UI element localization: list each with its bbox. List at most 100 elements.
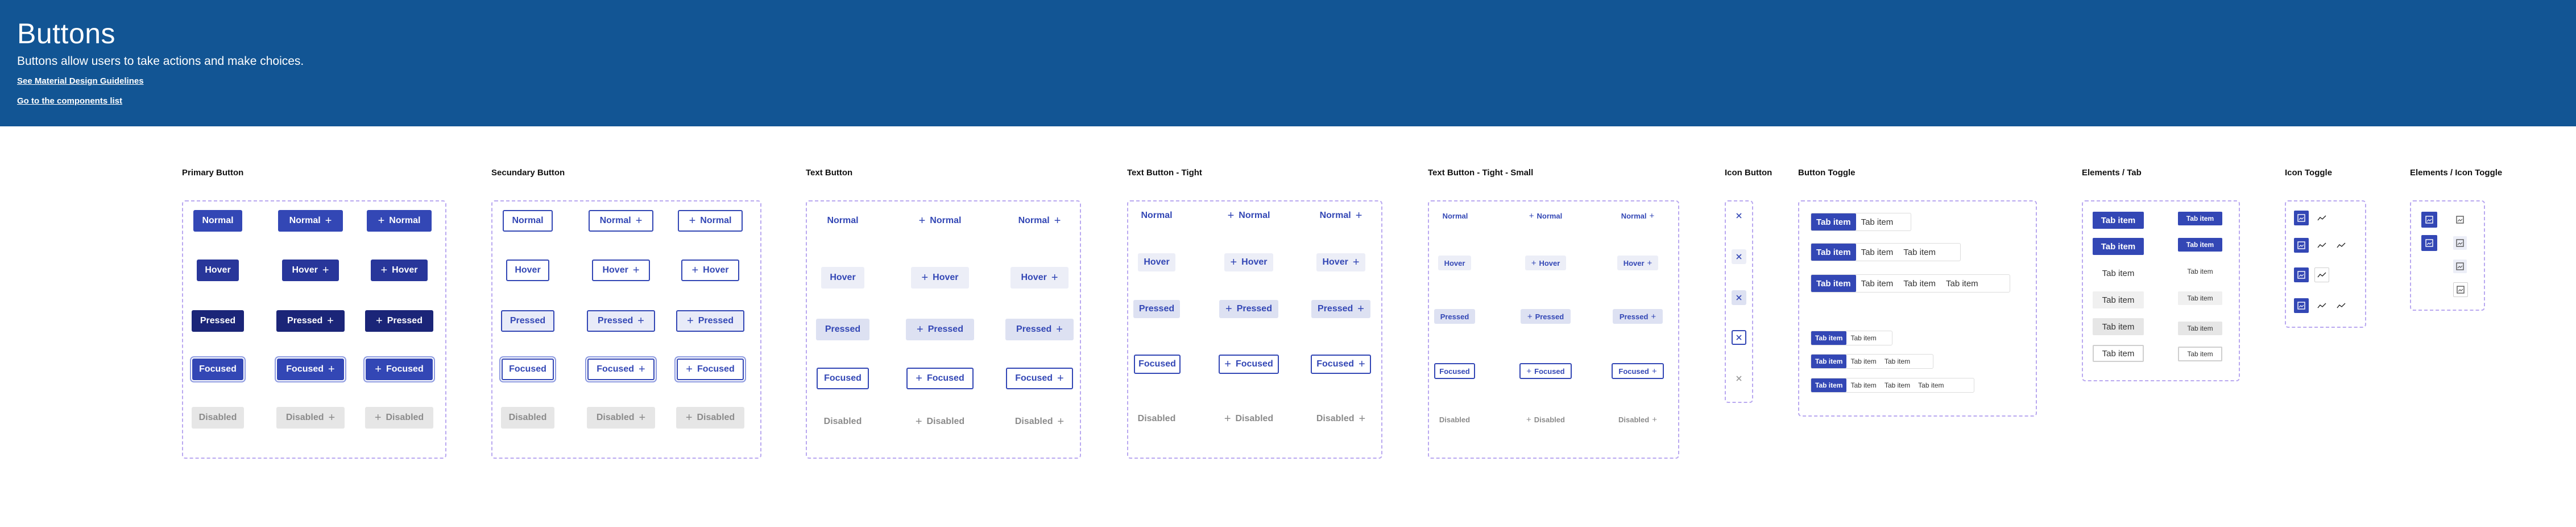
text-hover-plus-button[interactable]: Hover + <box>1010 267 1068 289</box>
toggle-item[interactable]: Tab item <box>1811 275 1856 292</box>
tab-small-item-normal[interactable]: Tab item <box>2178 265 2222 278</box>
toggle-item[interactable]: Tab item <box>1811 213 1856 230</box>
tight-plus-focused-button[interactable]: + Focused <box>1219 355 1279 374</box>
tight-small-plus-normal-button[interactable]: + Normal <box>1522 208 1569 223</box>
tab-item-hover[interactable]: Tab item <box>2093 291 2144 308</box>
toggle-item[interactable]: Tab item <box>1856 275 1899 292</box>
tight-focused-button[interactable]: Focused <box>1134 355 1181 374</box>
primary-plus-normal-button[interactable]: + Normal <box>367 210 432 232</box>
tab-item-pressed[interactable]: Tab item <box>2093 318 2144 335</box>
icon-button-focused[interactable] <box>1732 330 1746 345</box>
tight-normal-button[interactable]: Normal <box>1134 207 1179 225</box>
secondary-plus-hover-button[interactable]: + Hover <box>681 260 739 281</box>
text-pressed-button[interactable]: Pressed <box>816 319 869 340</box>
icon-toggle-element-active-hover[interactable] <box>2421 235 2437 251</box>
tight-small-hover-button[interactable]: Hover <box>1438 256 1471 270</box>
text-plus-hover-button[interactable]: + Hover <box>911 267 969 289</box>
components-list-link[interactable]: Go to the components list <box>17 96 122 106</box>
icon-toggle-trend[interactable] <box>2314 298 2329 313</box>
material-guidelines-link[interactable]: See Material Design Guidelines <box>17 76 144 86</box>
toggle-item[interactable]: Tab item <box>1811 244 1856 261</box>
tight-small-normal-plus-button[interactable]: Normal + <box>1614 208 1662 223</box>
secondary-focused-plus-button[interactable]: Focused + <box>587 359 655 380</box>
tight-small-plus-focused-button[interactable]: + Focused <box>1519 363 1572 379</box>
tab-small-item-active[interactable]: Tab item <box>2178 212 2222 225</box>
primary-plus-hover-button[interactable]: + Hover <box>371 260 428 281</box>
tab-small-item-hover[interactable]: Tab item <box>2178 291 2222 305</box>
primary-plus-pressed-button[interactable]: + Pressed <box>365 310 433 332</box>
toggle-item[interactable]: Tab item <box>1811 378 1847 392</box>
text-normal-button[interactable]: Normal <box>818 210 868 232</box>
toggle-item[interactable]: Tab item <box>1898 275 1941 292</box>
tight-normal-plus-button[interactable]: Normal + <box>1313 207 1369 225</box>
primary-normal-plus-button[interactable]: Normal + <box>278 210 343 232</box>
text-plus-focused-button[interactable]: + Focused <box>906 368 974 389</box>
primary-focused-plus-button[interactable]: Focused + <box>277 359 344 380</box>
icon-toggle-trend[interactable] <box>2314 211 2329 225</box>
primary-pressed-button[interactable]: Pressed <box>192 310 244 332</box>
icon-toggle-trend[interactable] <box>2334 238 2349 253</box>
tab-small-item-pressed[interactable]: Tab item <box>2178 322 2222 335</box>
icon-toggle-element-pressed[interactable] <box>2453 260 2467 273</box>
tight-small-pressed-plus-button[interactable]: Pressed + <box>1613 309 1663 324</box>
tight-plus-hover-button[interactable]: + Hover <box>1224 253 1273 271</box>
tight-plus-pressed-button[interactable]: + Pressed <box>1219 300 1278 318</box>
icon-button-pressed[interactable] <box>1732 290 1746 305</box>
tab-small-item-focused[interactable]: Tab item <box>2178 347 2222 361</box>
tab-item-focused[interactable]: Tab item <box>2093 345 2144 362</box>
secondary-plus-pressed-button[interactable]: + Pressed <box>676 310 744 332</box>
secondary-pressed-plus-button[interactable]: Pressed + <box>587 310 655 332</box>
icon-toggle-image-active[interactable] <box>2294 238 2309 253</box>
primary-plus-focused-button[interactable]: + Focused <box>366 359 433 380</box>
icon-toggle-trend[interactable] <box>2314 238 2329 253</box>
toggle-item[interactable]: Tab item <box>1941 275 1983 292</box>
secondary-pressed-button[interactable]: Pressed <box>501 310 554 332</box>
tab-item-active-hover[interactable]: Tab item <box>2093 238 2144 255</box>
toggle-item[interactable]: Tab item <box>1846 378 1880 392</box>
toggle-item[interactable]: Tab item <box>1846 331 1880 345</box>
text-focused-plus-button[interactable]: Focused + <box>1006 368 1073 389</box>
toggle-item[interactable]: Tab item <box>1846 355 1880 368</box>
secondary-plus-focused-button[interactable]: + Focused <box>677 359 744 380</box>
icon-toggle-image-active[interactable] <box>2294 298 2309 313</box>
secondary-hover-button[interactable]: Hover <box>506 260 549 281</box>
secondary-normal-button[interactable]: Normal <box>503 210 553 232</box>
toggle-item[interactable]: Tab item <box>1811 355 1847 368</box>
icon-toggle-element-focused[interactable] <box>2453 282 2468 297</box>
icon-toggle-element-active[interactable] <box>2421 212 2437 228</box>
toggle-item[interactable]: Tab item <box>1881 355 1914 368</box>
icon-toggle-element-hover[interactable] <box>2453 236 2467 250</box>
tight-small-focused-plus-button[interactable]: Focused + <box>1612 363 1664 379</box>
primary-normal-button[interactable]: Normal <box>193 210 242 232</box>
tight-hover-plus-button[interactable]: Hover + <box>1316 253 1365 271</box>
text-focused-button[interactable]: Focused <box>817 368 869 389</box>
secondary-plus-normal-button[interactable]: + Normal <box>678 210 743 232</box>
icon-toggle-trend-focused[interactable] <box>2314 267 2329 282</box>
tab-small-item-active-hover[interactable]: Tab item <box>2178 238 2222 252</box>
tight-pressed-plus-button[interactable]: Pressed + <box>1311 300 1370 318</box>
icon-button-normal[interactable] <box>1732 208 1746 223</box>
tight-small-hover-plus-button[interactable]: Hover + <box>1617 256 1658 270</box>
secondary-focused-button[interactable]: Focused <box>502 359 554 380</box>
secondary-hover-plus-button[interactable]: Hover + <box>592 260 650 281</box>
tight-hover-button[interactable]: Hover <box>1138 253 1175 271</box>
toggle-item[interactable]: Tab item <box>1914 378 1948 392</box>
icon-toggle-image-active[interactable] <box>2294 211 2309 225</box>
text-hover-button[interactable]: Hover <box>821 267 864 289</box>
tab-item-normal[interactable]: Tab item <box>2093 265 2144 282</box>
tight-small-normal-button[interactable]: Normal <box>1435 208 1476 223</box>
primary-hover-plus-button[interactable]: Hover + <box>282 260 339 281</box>
toggle-item[interactable]: Tab item <box>1881 378 1914 392</box>
tight-small-plus-hover-button[interactable]: + Hover <box>1525 256 1566 270</box>
tight-small-plus-pressed-button[interactable]: + Pressed <box>1521 309 1571 324</box>
icon-toggle-image-active[interactable] <box>2294 267 2309 282</box>
text-normal-plus-button[interactable]: Normal + <box>1007 210 1072 232</box>
tab-item-active[interactable]: Tab item <box>2093 212 2144 229</box>
tight-small-pressed-button[interactable]: Pressed <box>1434 309 1475 324</box>
primary-hover-button[interactable]: Hover <box>197 260 239 281</box>
icon-toggle-trend[interactable] <box>2334 298 2349 313</box>
toggle-item[interactable]: Tab item <box>1811 331 1847 345</box>
secondary-normal-plus-button[interactable]: Normal + <box>589 210 653 232</box>
toggle-item[interactable]: Tab item <box>1856 213 1899 230</box>
tight-small-focused-button[interactable]: Focused <box>1434 363 1475 379</box>
